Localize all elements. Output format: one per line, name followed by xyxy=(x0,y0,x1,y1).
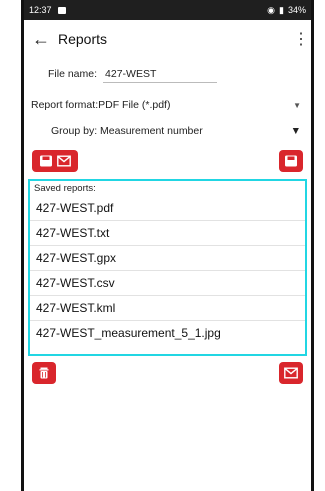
app-toolbar: ← Reports ⋮ xyxy=(24,20,311,58)
mail-icon xyxy=(57,155,71,167)
group-by-select[interactable]: Group by: Measurement number ▼ xyxy=(51,120,301,142)
battery-percent: 34% xyxy=(287,5,306,15)
filename-row: File name: 427-WEST xyxy=(48,64,311,84)
list-item[interactable]: 427-WEST.gpx xyxy=(30,246,305,271)
report-format-text: Report format:PDF File (*.pdf) xyxy=(31,99,171,111)
list-item[interactable]: 427-WEST.kml xyxy=(30,296,305,321)
saved-reports-panel: Saved reports: 427-WEST.pdf 427-WEST.txt… xyxy=(28,179,307,356)
save-button[interactable] xyxy=(279,150,303,172)
report-format-select[interactable]: Report format:PDF File (*.pdf) ▼ xyxy=(31,94,301,116)
save-icon xyxy=(285,155,297,167)
list-item[interactable]: 427-WEST.txt xyxy=(30,221,305,246)
save-icon xyxy=(40,155,52,167)
bottom-action-bar xyxy=(32,362,303,384)
mail-button[interactable] xyxy=(279,362,303,384)
status-time: 12:37 xyxy=(29,5,52,15)
notification-icon xyxy=(57,6,66,14)
filename-label: File name: xyxy=(48,68,98,80)
back-arrow-icon[interactable]: ← xyxy=(32,29,58,50)
phone-screen: 12:37 ◉ ▮ 34% ← Reports ⋮ File name: 427… xyxy=(21,0,314,491)
battery-icon: ▮ xyxy=(279,4,284,15)
list-item[interactable]: 427-WEST.pdf xyxy=(30,196,305,221)
status-bar: 12:37 ◉ ▮ 34% xyxy=(24,0,311,20)
list-item[interactable]: 427-WEST.csv xyxy=(30,271,305,296)
mail-icon xyxy=(284,367,298,379)
filename-input[interactable]: 427-WEST xyxy=(103,66,218,83)
list-item[interactable]: 427-WEST_measurement_5_1.jpg xyxy=(30,321,305,345)
signal-icon: ◉ xyxy=(267,4,276,15)
kebab-icon[interactable]: ⋮ xyxy=(293,29,309,49)
chevron-down-icon: ▼ xyxy=(290,125,301,137)
chevron-down-icon: ▼ xyxy=(293,100,301,110)
delete-button[interactable] xyxy=(32,362,56,384)
trash-icon xyxy=(39,367,49,379)
group-by-text: Group by: Measurement number xyxy=(51,125,203,137)
save-mail-button[interactable] xyxy=(32,150,78,172)
page-title: Reports xyxy=(58,31,108,47)
saved-reports-header: Saved reports: xyxy=(34,183,96,194)
action-bar xyxy=(32,150,303,172)
